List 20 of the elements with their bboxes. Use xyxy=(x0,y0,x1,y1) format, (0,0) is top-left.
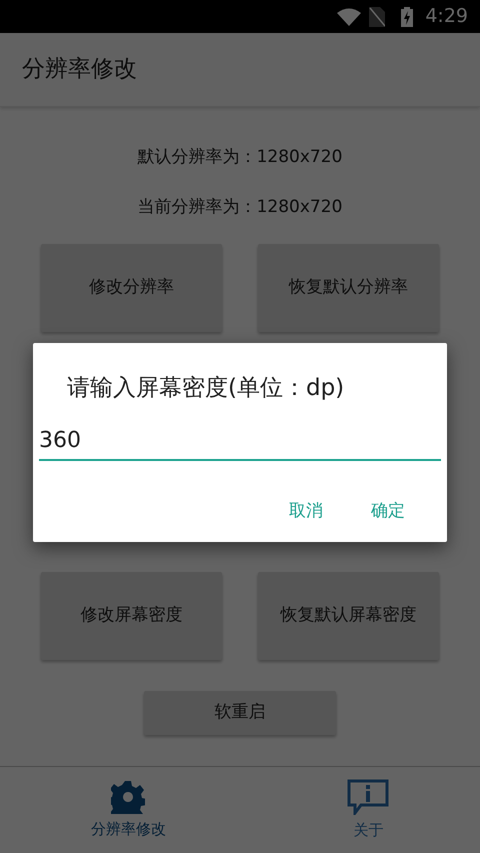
gear-icon xyxy=(111,780,146,814)
action-button[interactable]: 恢复默认分辨率 xyxy=(258,244,439,332)
wifi-icon xyxy=(337,8,362,26)
info-message-icon xyxy=(347,778,390,815)
battery-charging-icon xyxy=(401,6,414,26)
soft-reboot-button[interactable]: 软重启 xyxy=(144,691,336,735)
action-button[interactable]: 修改分辨率 xyxy=(41,244,222,332)
no-sim-icon xyxy=(369,6,386,26)
dialog-button[interactable]: 取消 xyxy=(269,490,343,532)
dialog-title: 请输入屏幕密度(单位：dp) xyxy=(66,374,346,403)
resolution-info: 当前分辨率为：1280x720 xyxy=(138,196,342,218)
dialog-button[interactable]: 确定 xyxy=(351,490,425,532)
resolution-info: 默认分辨率为：1280x720 xyxy=(138,146,342,169)
nav-tab[interactable]: 分辨率修改 xyxy=(0,767,256,853)
status-time: 4:29 xyxy=(425,4,468,30)
action-button[interactable]: 修改屏幕密度 xyxy=(41,572,222,660)
nav-tab[interactable]: 关于 xyxy=(256,767,480,853)
app-title: 分辨率修改 xyxy=(22,55,137,84)
density-input[interactable]: 360 xyxy=(39,420,441,460)
action-button[interactable]: 恢复默认屏幕密度 xyxy=(258,572,439,660)
